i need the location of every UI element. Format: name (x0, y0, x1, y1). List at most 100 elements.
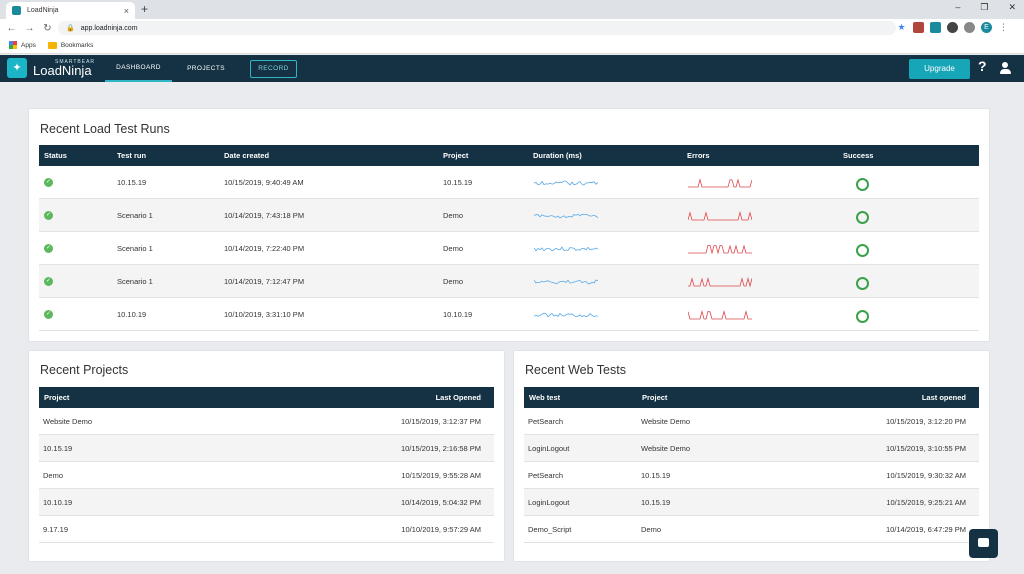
date-cell: 10/14/2019, 7:22:40 PM (224, 244, 305, 253)
status-check-icon: ✓ (44, 178, 53, 187)
loadninja-logo[interactable]: ✦ SMARTBEAR LoadNinja (7, 58, 95, 78)
card-title: Recent Projects (40, 363, 129, 377)
maximize-icon[interactable]: ❐ (980, 2, 988, 13)
success-ring-icon (856, 277, 869, 290)
test-run-cell: Scenario 1 (117, 244, 153, 253)
table-row[interactable]: LoginLogout Website Demo 10/15/2019, 3:10:… (524, 435, 979, 462)
table-row[interactable]: Demo 10/15/2019, 9:55:28 AM (39, 462, 494, 489)
project-cell: 9.17.19 (43, 525, 69, 534)
project-cell: 10.15.19 (443, 178, 473, 187)
status-check-icon: ✓ (44, 277, 53, 286)
col-web-test: Web test (529, 393, 561, 402)
address-bar-row: ← → ↻ 🔒 app.loadninja.com ★ E ⋮ (0, 19, 1024, 37)
bookmark-apps[interactable]: Apps (9, 41, 36, 49)
menu-kebab-icon[interactable]: ⋮ (998, 22, 1009, 33)
col-errors: Errors (687, 151, 710, 160)
last-opened-cell: 10/10/2019, 9:57:29 AM (401, 525, 481, 534)
table-row[interactable]: PetSearch 10.15.19 10/15/2019, 9:30:32 AM (524, 462, 979, 489)
test-run-cell: 10.10.19 (117, 310, 147, 319)
reload-icon[interactable]: ↻ (41, 23, 54, 34)
last-opened-cell: 10/14/2019, 6:47:29 PM (885, 525, 966, 534)
status-check-icon: ✓ (44, 211, 53, 220)
table-row[interactable]: 10.15.19 10/15/2019, 2:16:58 PM (39, 435, 494, 462)
success-ring-icon (856, 211, 869, 224)
last-opened-cell: 10/15/2019, 3:10:55 PM (885, 444, 966, 453)
table-row[interactable]: ✓ Scenario 1 10/14/2019, 7:22:40 PM Demo (39, 232, 979, 265)
chat-button[interactable] (969, 529, 998, 558)
errors-sparkline (688, 210, 752, 221)
table-row[interactable]: 9.17.19 10/10/2019, 9:57:29 AM (39, 516, 494, 543)
forward-icon[interactable]: → (23, 23, 36, 34)
table-row[interactable]: ✓ Scenario 1 10/14/2019, 7:12:47 PM Demo (39, 265, 979, 298)
date-cell: 10/10/2019, 3:31:10 PM (224, 310, 305, 319)
bookmark-star-icon[interactable]: ★ (896, 22, 907, 33)
errors-sparkline (688, 276, 752, 288)
status-check-icon: ✓ (44, 310, 53, 319)
extension-icon[interactable] (947, 22, 958, 33)
project-cell: 10.15.19 (43, 444, 73, 453)
user-icon[interactable] (999, 62, 1011, 75)
bookmark-folder[interactable]: Bookmarks (47, 41, 94, 49)
status-check-icon: ✓ (44, 244, 53, 253)
table-row[interactable]: Demo_Script Demo 10/14/2019, 6:47:29 PM (524, 516, 979, 543)
table-row[interactable]: ✓ 10.10.19 10/10/2019, 3:31:10 PM 10.10.19 (39, 298, 979, 331)
bookmark-label: Bookmarks (60, 41, 94, 49)
new-tab-button[interactable]: + (141, 2, 148, 16)
web-test-cell: Demo_Script (528, 525, 572, 534)
upgrade-button[interactable]: Upgrade (909, 59, 970, 79)
card-title: Recent Web Tests (525, 363, 626, 377)
last-opened-cell: 10/15/2019, 2:16:58 PM (400, 444, 481, 453)
help-icon[interactable]: ? (978, 58, 987, 74)
brand-name: LoadNinja (33, 63, 92, 78)
table-row[interactable]: PetSearch Website Demo 10/15/2019, 3:12:20… (524, 408, 979, 435)
success-ring-icon (856, 244, 869, 257)
col-date-created: Date created (224, 151, 270, 160)
errors-sparkline (688, 244, 752, 255)
date-cell: 10/15/2019, 9:40:49 AM (224, 178, 304, 187)
nav-projects[interactable]: PROJECTS (181, 55, 231, 82)
col-project: Project (642, 393, 668, 402)
success-ring-icon (856, 310, 869, 323)
extension-icon[interactable] (964, 22, 975, 33)
back-icon[interactable]: ← (5, 23, 18, 34)
nav-dashboard[interactable]: DASHBOARD (105, 55, 172, 82)
table-row[interactable]: 10.10.19 10/14/2019, 5:04:32 PM (39, 489, 494, 516)
project-cell: Website Demo (641, 417, 691, 426)
col-success: Success (843, 151, 874, 160)
tab-close-icon[interactable]: × (124, 6, 129, 16)
col-last-opened: Last opened (921, 393, 966, 402)
duration-sparkline (534, 213, 598, 219)
extension-icon[interactable] (913, 22, 924, 33)
url-field[interactable]: 🔒 app.loadninja.com (58, 21, 896, 35)
extension-icon[interactable] (930, 22, 941, 33)
runs-table-header: Status Test run Date created Project Dur… (39, 145, 979, 166)
close-window-icon[interactable]: ✕ (1008, 2, 1016, 13)
profile-avatar[interactable]: E (981, 22, 992, 33)
logo-mark-icon: ✦ (7, 58, 27, 78)
duration-sparkline (534, 180, 598, 186)
date-cell: 10/14/2019, 7:12:47 PM (224, 277, 305, 286)
table-row[interactable]: LoginLogout 10.15.19 10/15/2019, 9:25:21 A… (524, 489, 979, 516)
table-row[interactable]: ✓ 10.15.19 10/15/2019, 9:40:49 AM 10.15.19 (39, 166, 979, 199)
web-test-cell: LoginLogout (528, 498, 570, 507)
project-cell: Demo (443, 211, 464, 220)
project-cell: Demo (443, 244, 464, 253)
record-button[interactable]: RECORD (250, 60, 297, 78)
col-last-opened: Last Opened (435, 393, 481, 402)
app-header: ✦ SMARTBEAR LoadNinja DASHBOARD PROJECTS (0, 55, 1024, 82)
loadninja-favicon-icon (12, 6, 21, 15)
project-cell: Website Demo (641, 444, 691, 453)
minimize-icon[interactable]: – (955, 2, 960, 13)
web-tests-table-header: Web test Project Last opened (524, 387, 979, 408)
chat-bubble-icon (978, 538, 989, 547)
browser-tab[interactable]: LoadNinja × (6, 2, 135, 19)
project-cell: Website Demo (43, 417, 93, 426)
browser-tabstrip: LoadNinja × + – ❐ ✕ (0, 0, 1024, 19)
projects-table-header: Project Last Opened (39, 387, 494, 408)
last-opened-cell: 10/15/2019, 9:25:21 AM (886, 498, 966, 507)
test-run-cell: Scenario 1 (117, 211, 153, 220)
window-controls: – ❐ ✕ (955, 2, 1016, 13)
errors-sparkline (688, 309, 752, 320)
table-row[interactable]: ✓ Scenario 1 10/14/2019, 7:43:18 PM Demo (39, 199, 979, 232)
table-row[interactable]: Website Demo 10/15/2019, 3:12:37 PM (39, 408, 494, 435)
